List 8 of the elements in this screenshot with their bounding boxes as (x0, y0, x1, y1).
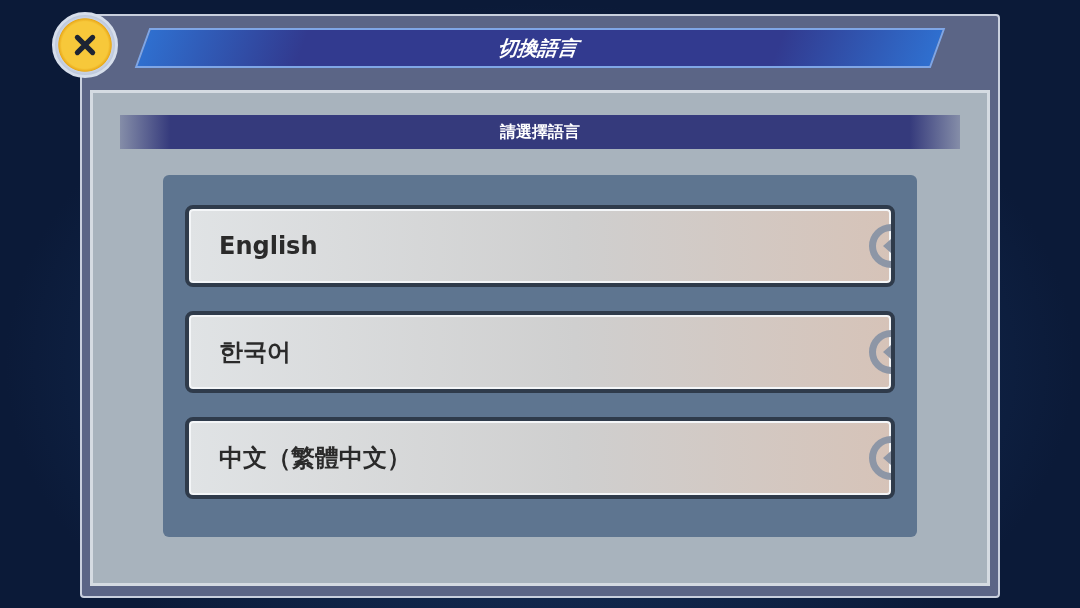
language-option[interactable]: 中文（繁體中文） (185, 417, 895, 499)
arrow-icon (867, 221, 891, 271)
language-option[interactable]: English (185, 205, 895, 287)
arrow-icon (867, 433, 891, 483)
dialog-subtitle: 請選擇語言 (120, 115, 960, 149)
language-option[interactable]: 한국어 (185, 311, 895, 393)
arrow-icon (867, 327, 891, 377)
dialog-title: 切換語言 (134, 28, 946, 68)
